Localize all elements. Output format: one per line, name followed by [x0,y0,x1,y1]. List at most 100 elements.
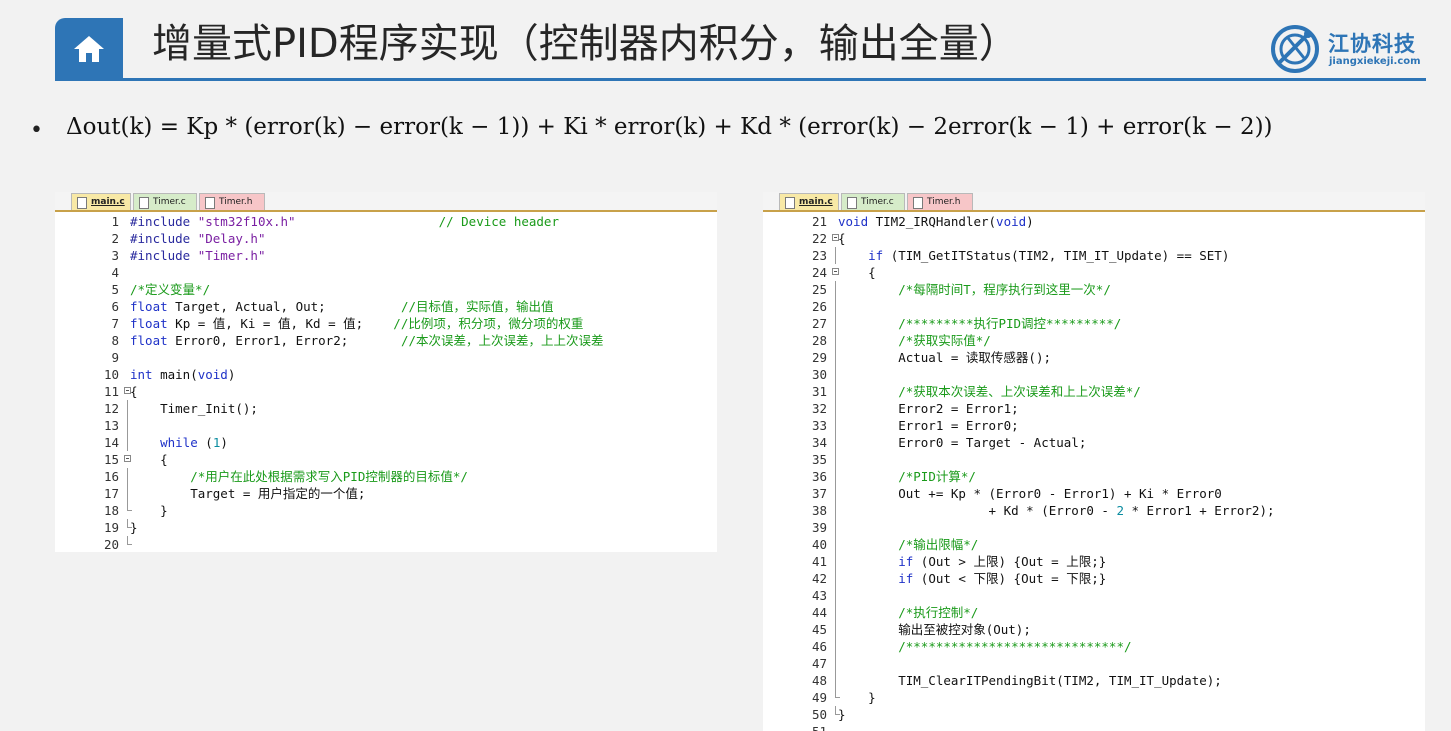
code-token: + Kd * (Error0 - [838,503,1117,518]
code-line[interactable]: 27 /*********执行PID调控*********/ [763,315,1425,332]
code-line[interactable]: 7 float Kp = 值, Ki = 值, Kd = 值; //比例项，积分项… [55,315,717,332]
code-line[interactable]: 4 [55,264,717,281]
line-number: 51 [763,723,827,731]
code-token: Error2 = Error1; [838,401,1019,416]
code-text: void TIM2_IRQHandler(void) [838,213,1034,230]
code-line[interactable]: 41 if (Out > 上限) {Out = 上限;} [763,553,1425,570]
tab-main-c[interactable]: main.c [779,193,839,210]
code-token: { [838,265,876,280]
line-number: 45 [811,622,827,637]
code-line[interactable]: 43 [763,587,1425,604]
code-editor-irq[interactable]: main.c Timer.c Timer.h 21 void TIM2_IRQHa… [763,192,1425,731]
code-line[interactable]: 3 #include "Timer.h" [55,247,717,264]
code-line[interactable]: 5 /*定义变量*/ [55,281,717,298]
code-token: main( [152,367,198,382]
home-button[interactable] [55,18,123,80]
code-line[interactable]: 13 [55,417,717,434]
code-line[interactable]: 19} [55,519,717,536]
code-line[interactable]: 6 float Target, Actual, Out; //目标值，实际值，输出… [55,298,717,315]
code-line[interactable]: 10 int main(void) [55,366,717,383]
line-number: 33 [811,418,827,433]
code-token: TIM_ClearITPendingBit(TIM2, TIM_IT_Updat… [838,673,1222,688]
line-number: 8 [111,333,119,348]
file-icon [139,197,149,209]
code-line[interactable]: 11 { [55,383,717,400]
line-number: 50 [811,707,827,722]
code-line[interactable]: 14 while (1) [55,434,717,451]
code-line[interactable]: 49 } [763,689,1425,706]
line-number: 13 [103,418,119,433]
code-line[interactable]: 37 Out += Kp * (Error0 - Error1) + Ki * … [763,485,1425,502]
code-line[interactable]: 2 #include "Delay.h" [55,230,717,247]
code-line[interactable]: 50} [763,706,1425,723]
code-line[interactable]: 22 { [763,230,1425,247]
code-token: * Error1 + Error2); [1123,503,1275,518]
code-line[interactable]: 36 /*PID计算*/ [763,468,1425,485]
line-number: 38 [811,503,827,518]
code-area[interactable]: 21 void TIM2_IRQHandler(void) 22 {23 if (TI… [763,213,1425,731]
line-number: 23 [811,248,827,263]
code-line[interactable]: 18 } [55,502,717,519]
code-line[interactable]: 12 Timer_Init(); [55,400,717,417]
code-line[interactable]: 23 if (TIM_GetITStatus(TIM2, TIM_IT_Upda… [763,247,1425,264]
code-line[interactable]: 40 /*输出限幅*/ [763,536,1425,553]
file-icon [785,197,795,209]
line-number: 46 [811,639,827,654]
code-text: { [838,264,876,281]
line-number: 49 [811,690,827,705]
line-number: 15 [103,452,119,467]
line-number: 16 [103,469,119,484]
code-line[interactable]: 51 [763,723,1425,731]
line-number: 6 [111,299,119,314]
code-line[interactable]: 30 [763,366,1425,383]
code-line[interactable]: 35 [763,451,1425,468]
code-token: /*每隔时间T，程序执行到这里一次*/ [898,282,1111,297]
code-line[interactable]: 31 /*获取本次误差、上次误差和上上次误差*/ [763,383,1425,400]
code-line[interactable]: 25 /*每隔时间T，程序执行到这里一次*/ [763,281,1425,298]
code-line[interactable]: 29 Actual = 读取传感器(); [763,349,1425,366]
code-line[interactable]: 28 /*获取实际值*/ [763,332,1425,349]
code-token: /*获取本次误差、上次误差和上上次误差*/ [898,384,1141,399]
code-area[interactable]: 1 #include "stm32f10x.h" // Device header… [55,213,717,552]
fold-guide [831,655,841,672]
line-number: 36 [811,469,827,484]
code-line[interactable]: 16 /*用户在此处根据需求写入PID控制器的目标值*/ [55,468,717,485]
code-line[interactable]: 9 [55,349,717,366]
tab-timer-h[interactable]: Timer.h [907,193,973,210]
code-line[interactable]: 32 Error2 = Error1; [763,400,1425,417]
code-token: /*执行控制*/ [898,605,979,620]
code-line[interactable]: 38 + Kd * (Error0 - 2 * Error1 + Error2)… [763,502,1425,519]
code-line[interactable]: 39 [763,519,1425,536]
code-editor-main[interactable]: main.c Timer.c Timer.h 1 #include "stm32f… [55,192,717,552]
code-line[interactable]: 46 /*****************************/ [763,638,1425,655]
code-line[interactable]: 34 Error0 = Target - Actual; [763,434,1425,451]
code-line[interactable]: 8 float Error0, Error1, Error2; //本次误差，上次… [55,332,717,349]
code-text: #include "stm32f10x.h" // Device header [130,213,559,230]
code-text: /*获取本次误差、上次误差和上上次误差*/ [838,383,1141,400]
code-line[interactable]: 45 输出至被控对象(Out); [763,621,1425,638]
page-title: 增量式PID程序实现（控制器内积分，输出全量） [152,21,1019,67]
tab-timer-c[interactable]: Timer.c [133,193,197,210]
tab-timer-h[interactable]: Timer.h [199,193,265,210]
code-line[interactable]: 20 [55,536,717,552]
code-line[interactable]: 48 TIM_ClearITPendingBit(TIM2, TIM_IT_Up… [763,672,1425,689]
code-line[interactable]: 1 #include "stm32f10x.h" // Device header [55,213,717,230]
code-line[interactable]: 26 [763,298,1425,315]
code-line[interactable]: 33 Error1 = Error0; [763,417,1425,434]
tab-timer-c[interactable]: Timer.c [841,193,905,210]
line-number: 30 [811,367,827,382]
code-line[interactable]: 15 { [55,451,717,468]
code-token: //比例项，积分项，微分项的权重 [393,316,584,331]
code-line[interactable]: 17 Target = 用户指定的一个值; [55,485,717,502]
code-line[interactable]: 42 if (Out < 下限) {Out = 下限;} [763,570,1425,587]
code-line[interactable]: 24 { [763,264,1425,281]
code-line[interactable]: 21 void TIM2_IRQHandler(void) [763,213,1425,230]
code-line[interactable]: 47 [763,655,1425,672]
code-line[interactable]: 44 /*执行控制*/ [763,604,1425,621]
file-icon [913,197,923,209]
tab-main-c[interactable]: main.c [71,193,131,210]
code-token: /*********执行PID调控*********/ [898,316,1122,331]
code-token: //目标值，实际值，输出值 [400,299,554,314]
